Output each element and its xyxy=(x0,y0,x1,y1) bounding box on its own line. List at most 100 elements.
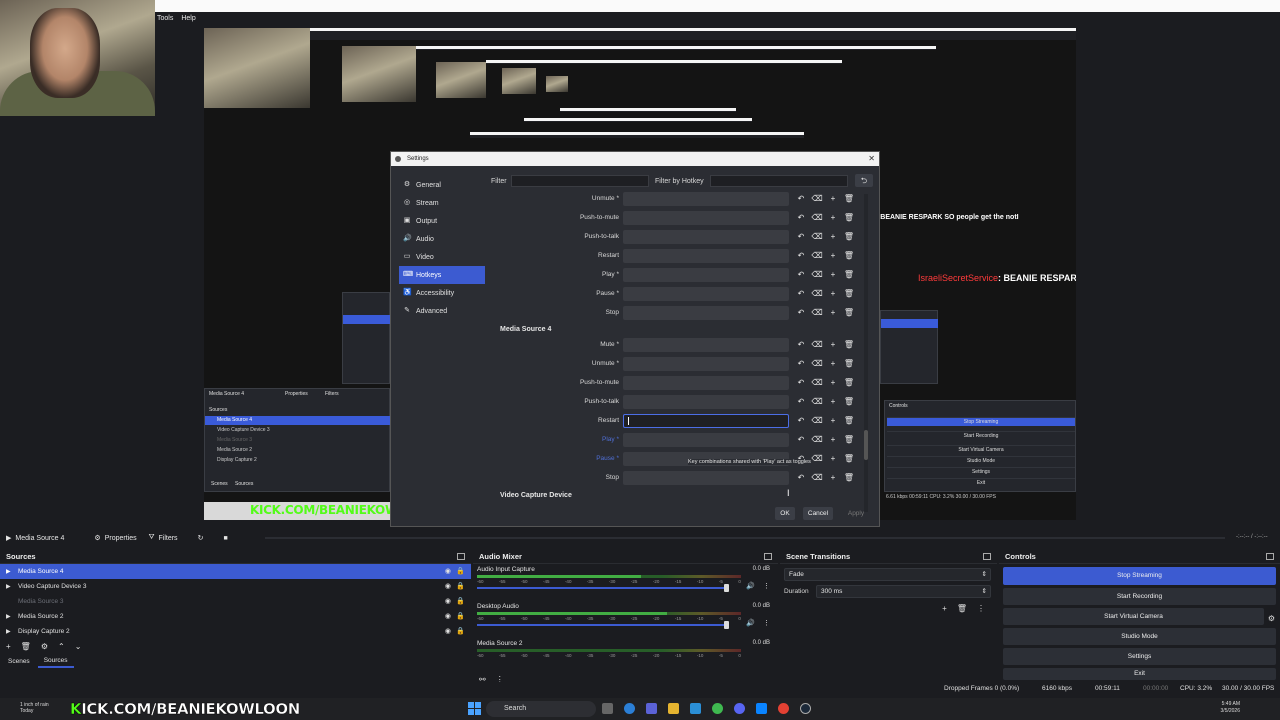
stop-icon[interactable]: ■ xyxy=(223,535,227,542)
nav-item-accessibility[interactable]: ♿ Accessibility xyxy=(399,284,485,302)
trash-icon[interactable]: 🗑 xyxy=(843,211,855,225)
revert-icon[interactable]: ↶ xyxy=(795,211,807,225)
undock-icon[interactable] xyxy=(1266,553,1274,560)
speaker-icon[interactable]: 🔊 xyxy=(746,582,755,590)
clear-icon[interactable]: ⌫ xyxy=(811,452,823,466)
menu-icon[interactable]: ⋮ xyxy=(977,604,985,613)
edge-icon[interactable] xyxy=(624,703,635,714)
revert-icon[interactable]: ↶ xyxy=(795,395,807,409)
source-item[interactable]: ▶ Display Capture 2 ◉ 🔒 xyxy=(0,624,471,639)
revert-icon[interactable]: ↶ xyxy=(795,192,807,206)
trash-icon[interactable]: 🗑 xyxy=(843,249,855,263)
revert-icon[interactable]: ↶ xyxy=(795,433,807,447)
hotkey-input[interactable] xyxy=(623,414,789,428)
eye-icon[interactable]: ◉ xyxy=(445,597,451,605)
lock-icon[interactable]: 🔒 xyxy=(456,627,465,635)
taskbar-search[interactable]: Search xyxy=(486,701,596,717)
trash-icon[interactable]: 🗑 xyxy=(843,357,855,371)
revert-icon[interactable]: ↶ xyxy=(795,471,807,485)
duration-input[interactable]: 300 ms ⇕ xyxy=(816,585,991,598)
browser-icon[interactable] xyxy=(712,703,723,714)
clear-icon[interactable]: ⌫ xyxy=(811,433,823,447)
discord-icon[interactable] xyxy=(734,703,745,714)
clear-icon[interactable]: ⌫ xyxy=(811,395,823,409)
add-icon[interactable]: + xyxy=(827,433,839,447)
hotkey-input[interactable] xyxy=(623,357,789,371)
settings-button[interactable]: Settings xyxy=(1003,648,1276,665)
close-icon[interactable]: ✕ xyxy=(868,152,875,166)
clear-icon[interactable]: ⌫ xyxy=(811,357,823,371)
ok-button[interactable]: OK xyxy=(775,507,795,520)
nav-item-advanced[interactable]: ✎ Advanced xyxy=(399,302,485,320)
clear-icon[interactable]: ⌫ xyxy=(811,192,823,206)
hotkey-input[interactable] xyxy=(623,376,789,390)
revert-icon[interactable]: ↶ xyxy=(795,357,807,371)
properties-button[interactable]: ⚙ Properties xyxy=(94,534,136,543)
clear-icon[interactable]: ⌫ xyxy=(811,471,823,485)
trash-icon[interactable]: 🗑 xyxy=(843,230,855,244)
play-icon[interactable]: ▶ xyxy=(6,583,14,590)
clear-icon[interactable]: ⌫ xyxy=(811,249,823,263)
volume-slider[interactable] xyxy=(477,621,729,629)
add-icon[interactable]: + xyxy=(942,604,947,613)
tab-sources[interactable]: Sources xyxy=(37,655,74,668)
add-icon[interactable]: + xyxy=(827,249,839,263)
add-icon[interactable]: + xyxy=(827,338,839,352)
restart-icon[interactable]: ↻ xyxy=(198,534,204,542)
clear-icon[interactable]: ⌫ xyxy=(811,211,823,225)
trash-icon[interactable]: 🗑 xyxy=(843,452,855,466)
revert-icon[interactable]: ↶ xyxy=(795,376,807,390)
menu-help[interactable]: Help xyxy=(181,15,195,22)
nav-item-video[interactable]: ▭ Video xyxy=(399,248,485,266)
volume-slider[interactable] xyxy=(477,584,729,592)
add-icon[interactable]: + xyxy=(6,642,11,651)
hotkey-input[interactable] xyxy=(623,433,789,447)
stop-streaming-button[interactable]: Stop Streaming xyxy=(1003,567,1276,585)
lock-icon[interactable]: 🔒 xyxy=(456,582,465,590)
trash-icon[interactable]: 🗑 xyxy=(957,604,967,613)
revert-icon[interactable]: ⮌ xyxy=(855,174,873,187)
clear-icon[interactable]: ⌫ xyxy=(811,230,823,244)
nav-item-hotkeys[interactable]: ⌨ Hotkeys xyxy=(399,266,485,284)
trash-icon[interactable]: 🗑 xyxy=(21,642,31,651)
trash-icon[interactable]: 🗑 xyxy=(843,338,855,352)
lock-icon[interactable]: 🔒 xyxy=(456,597,465,605)
play-icon[interactable]: ▶ xyxy=(6,628,14,635)
play-icon[interactable]: ▶ xyxy=(6,568,14,575)
eye-icon[interactable]: ◉ xyxy=(445,627,451,635)
gear-icon[interactable]: ⚙ xyxy=(41,642,48,651)
speaker-icon[interactable]: 🔊 xyxy=(746,619,755,627)
undock-icon[interactable] xyxy=(983,553,991,560)
trash-icon[interactable]: 🗑 xyxy=(843,306,855,320)
lock-icon[interactable]: 🔒 xyxy=(456,567,465,575)
undock-icon[interactable] xyxy=(457,553,465,560)
add-icon[interactable]: + xyxy=(827,306,839,320)
app-icon[interactable] xyxy=(756,703,767,714)
filter-hotkey-input[interactable] xyxy=(710,175,848,187)
menu-icon[interactable]: ⋮ xyxy=(763,619,770,627)
add-icon[interactable]: + xyxy=(827,287,839,301)
clear-icon[interactable]: ⌫ xyxy=(811,268,823,282)
seek-bar[interactable] xyxy=(265,537,1225,539)
clear-icon[interactable]: ⌫ xyxy=(811,306,823,320)
transition-select[interactable]: Fade ⇕ xyxy=(784,568,991,581)
hotkey-input[interactable] xyxy=(623,471,789,485)
hotkey-input[interactable] xyxy=(623,338,789,352)
chrome-icon[interactable] xyxy=(778,703,789,714)
revert-icon[interactable]: ↶ xyxy=(795,230,807,244)
windows-start-icon[interactable] xyxy=(468,702,481,715)
eye-icon[interactable]: ◉ xyxy=(445,567,451,575)
store-icon[interactable] xyxy=(646,703,657,714)
hotkey-input[interactable] xyxy=(623,249,789,263)
hotkey-input[interactable] xyxy=(623,230,789,244)
hotkey-input[interactable] xyxy=(623,268,789,282)
nav-item-audio[interactable]: 🔊 Audio xyxy=(399,230,485,248)
source-item[interactable]: ▶ Media Source 2 ◉ 🔒 xyxy=(0,609,471,624)
up-icon[interactable]: ⌃ xyxy=(58,642,65,651)
add-icon[interactable]: + xyxy=(827,230,839,244)
trash-icon[interactable]: 🗑 xyxy=(843,414,855,428)
tab-scenes[interactable]: Scenes xyxy=(2,656,36,667)
exit-button[interactable]: Exit xyxy=(1003,668,1276,680)
hotkey-input[interactable] xyxy=(623,306,789,320)
trash-icon[interactable]: 🗑 xyxy=(843,287,855,301)
